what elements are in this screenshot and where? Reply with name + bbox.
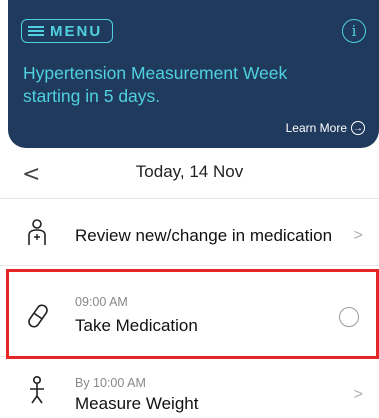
learn-more-link[interactable]: Learn More →: [286, 121, 365, 135]
date-label: Today, 14 Nov: [135, 162, 244, 181]
scale-person-icon: [30, 376, 44, 404]
menu-button[interactable]: MENU: [21, 19, 113, 43]
task-title: Measure Weight: [75, 394, 199, 413]
learn-more-label: Learn More: [285, 121, 347, 135]
hamburger-icon: [28, 26, 44, 36]
banner-header: MENU i Hypertension Measurement Week sta…: [8, 0, 379, 148]
task-row-measure-weight[interactable]: By 10:00 AM Measure Weight >: [0, 358, 379, 418]
task-row-review-medication[interactable]: Review new/change in medication >: [0, 205, 379, 266]
info-icon[interactable]: i: [342, 19, 366, 43]
person-medication-icon: [28, 219, 46, 245]
task-time: By 10:00 AM: [75, 376, 146, 390]
task-title: Review new/change in medication: [75, 226, 333, 245]
menu-label: MENU: [50, 22, 103, 40]
date-bar: < Today, 14 Nov: [0, 148, 379, 199]
chevron-right-icon: >: [353, 386, 363, 403]
chevron-right-icon: >: [353, 227, 363, 244]
banner-text: Hypertension Measurement Week starting i…: [23, 63, 288, 106]
highlight-box: [6, 269, 379, 359]
arrow-right-circle-icon: →: [351, 121, 365, 135]
